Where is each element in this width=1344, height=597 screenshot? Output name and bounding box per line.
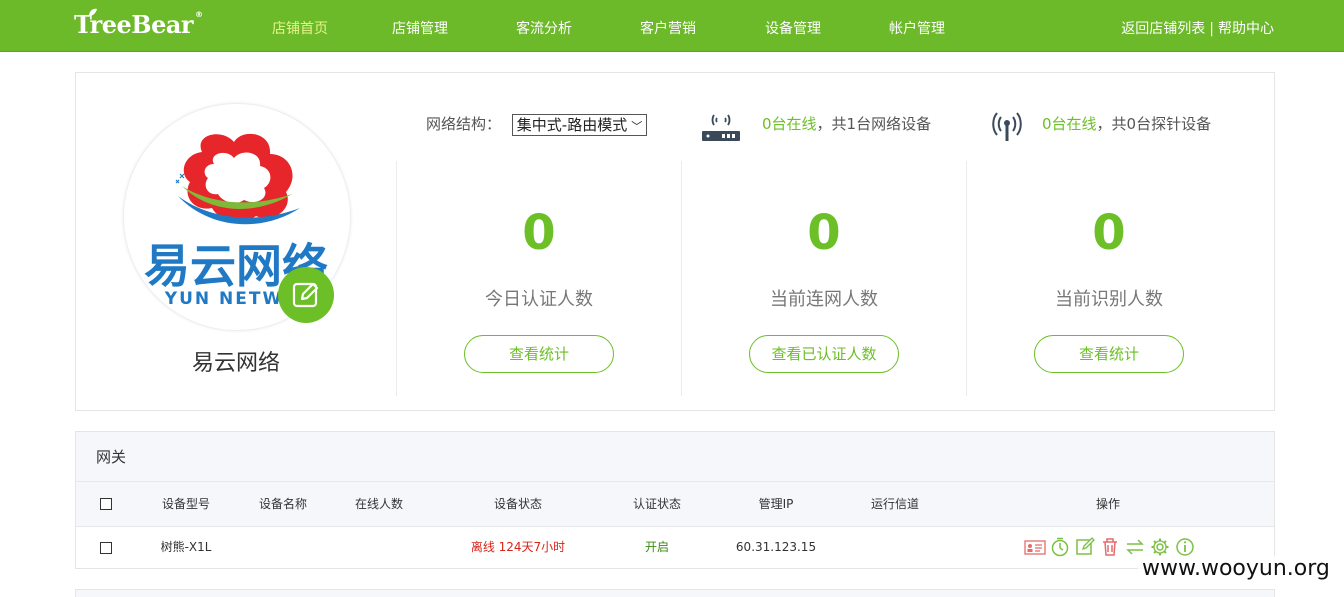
stat-value: 0 (522, 205, 556, 261)
col-device-model: 设备型号 (161, 497, 211, 511)
nav-device-manage[interactable]: 设备管理 (765, 18, 821, 38)
nav-account-manage[interactable]: 帐户管理 (889, 18, 945, 38)
watermark: www.wooyun.org (1138, 556, 1334, 581)
info-icon[interactable] (1174, 536, 1196, 558)
nav-right-links: 返回店铺列表 | 帮助中心 (1121, 18, 1274, 38)
gateway-panel: 网关 设备型号 设备名称 在线人数 设备状态 认证状态 管理IP 运行信道 操作… (75, 431, 1275, 569)
probe-antenna-icon (992, 112, 1022, 141)
help-center-link[interactable]: 帮助中心 (1218, 21, 1274, 37)
row-checkbox[interactable] (100, 542, 112, 554)
id-card-icon[interactable] (1024, 536, 1046, 558)
treebear-logo[interactable]: TreeBear ® (74, 8, 203, 44)
select-all-checkbox[interactable] (100, 498, 112, 510)
network-mode-value: 集中式-路由模式 (516, 115, 628, 134)
leaf-icon (89, 8, 97, 16)
col-auth-status: 认证状态 (632, 497, 682, 511)
view-authenticated-button[interactable]: 查看已认证人数 (749, 335, 899, 373)
nav-traffic-analysis[interactable]: 客流分析 (516, 18, 572, 38)
stat-current-identified: 0 当前识别人数 查看统计 (966, 161, 1251, 396)
gear-icon[interactable] (1149, 536, 1171, 558)
view-stats-button[interactable]: 查看统计 (1034, 335, 1184, 373)
probe-total-count: ，共0台探针设备 (1096, 115, 1212, 133)
table-row: 树熊-X1L 离线 124天7小时 开启 60.31.123.15 (76, 527, 1274, 568)
col-channel: 运行信道 (870, 497, 920, 511)
cell-device-model: 树熊-X1L (160, 540, 212, 554)
swap-arrows-icon[interactable] (1124, 536, 1146, 558)
row-operations (1024, 536, 1196, 558)
store-summary-panel: 易云网络 YUN NETW 易云网络 网络结构： 集中式-路由模式 ﹀ 0台在线，… (75, 72, 1275, 411)
registered-mark: ® (195, 10, 203, 19)
router-total-count: ，共1台网络设备 (816, 115, 932, 133)
network-structure: 网络结构： 集中式-路由模式 ﹀ (426, 113, 648, 136)
delete-icon[interactable] (1099, 536, 1121, 558)
stat-today-auth: 0 今日认证人数 查看统计 (396, 161, 681, 396)
nav-separator: | (1209, 21, 1214, 37)
store-logo-en-text: YUN NETW (164, 289, 283, 309)
stat-label: 今日认证人数 (485, 289, 593, 310)
store-name: 易云网络 (191, 351, 280, 376)
edit-pencil-icon (292, 282, 319, 308)
col-management-ip: 管理IP (758, 497, 794, 511)
network-mode-select[interactable]: 集中式-路由模式 ﹀ (511, 113, 648, 136)
stat-label: 当前连网人数 (770, 289, 878, 310)
stat-value: 0 (1092, 205, 1126, 261)
edit-icon[interactable] (1074, 536, 1096, 558)
probe-online-status: 0台在线，共0台探针设备 (1042, 113, 1211, 134)
stat-value: 0 (807, 205, 841, 261)
cell-management-ip: 60.31.123.15 (735, 540, 817, 554)
col-device-name: 设备名称 (258, 497, 308, 511)
network-structure-label: 网络结构： (426, 115, 502, 133)
router-online-status: 0台在线，共1台网络设备 (762, 113, 931, 134)
cell-device-status: 离线 124天7小时 (470, 540, 566, 554)
view-stats-button[interactable]: 查看统计 (464, 335, 614, 373)
top-nav-bar: TreeBear ® 店铺首页 店铺管理 客流分析 客户营销 设备管理 帐户管理 … (0, 0, 1344, 52)
nav-store-manage[interactable]: 店铺管理 (392, 18, 448, 38)
nav-store-home[interactable]: 店铺首页 (272, 18, 328, 38)
gateway-table-header: 设备型号 设备名称 在线人数 设备状态 认证状态 管理IP 运行信道 操作 (76, 482, 1274, 527)
nav-customer-marketing[interactable]: 客户营销 (640, 18, 696, 38)
stat-current-online: 0 当前连网人数 查看已认证人数 (681, 161, 966, 396)
col-device-status: 设备状态 (493, 497, 543, 511)
next-panel-edge (75, 589, 1275, 597)
router-online-count: 0台在线 (762, 115, 817, 133)
gateway-title: 网关 (76, 432, 1274, 482)
back-to-store-list-link[interactable]: 返回店铺列表 (1121, 21, 1205, 37)
chevron-down-icon: ﹀ (631, 119, 643, 133)
col-operations: 操作 (1095, 497, 1121, 511)
col-online-count: 在线人数 (354, 497, 404, 511)
probe-online-count: 0台在线 (1042, 115, 1097, 133)
cell-auth-status: 开启 (644, 540, 670, 554)
router-icon (702, 114, 740, 141)
timer-icon[interactable] (1049, 536, 1071, 558)
edit-avatar-button[interactable] (278, 267, 334, 323)
stat-label: 当前识别人数 (1055, 289, 1163, 310)
